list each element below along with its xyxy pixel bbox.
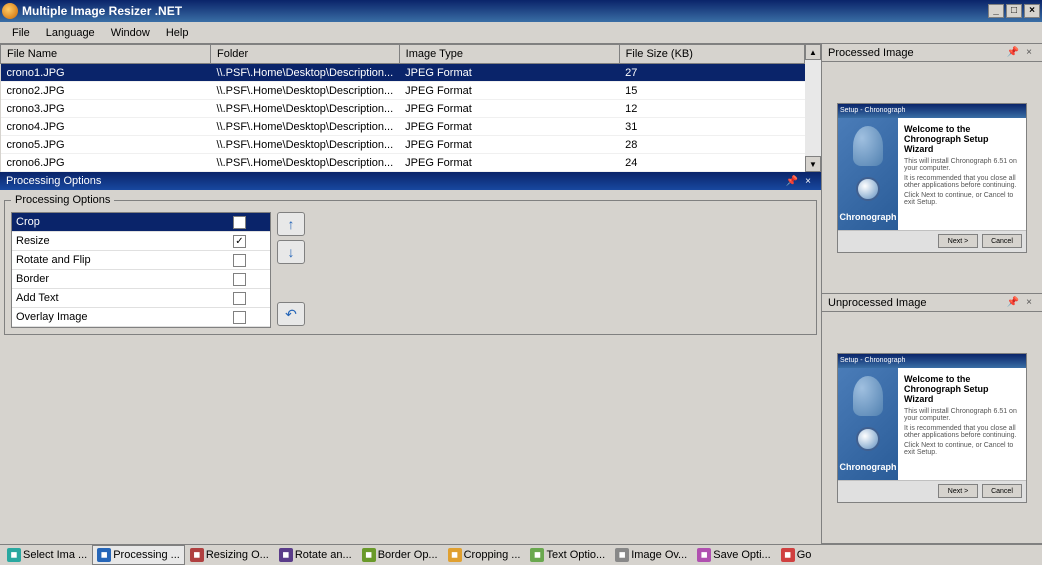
checkbox[interactable]: [233, 254, 246, 267]
tab-item[interactable]: ◼Image Ov...: [610, 545, 692, 565]
cancel-button: Cancel: [982, 484, 1022, 498]
col-folder[interactable]: Folder: [211, 45, 400, 64]
checkbox[interactable]: [233, 311, 246, 324]
maximize-button[interactable]: □: [1006, 4, 1022, 18]
tab-item[interactable]: ◼Cropping ...: [443, 545, 526, 565]
tab-item[interactable]: ◼Processing ...: [92, 545, 185, 565]
tab-icon: ◼: [697, 548, 711, 562]
move-up-button[interactable]: ↑: [277, 212, 305, 236]
file-table: File Name Folder Image Type File Size (K…: [0, 44, 821, 172]
checkbox[interactable]: [233, 273, 246, 286]
table-row[interactable]: crono6.JPG\\.PSF\.Home\Desktop\Descripti…: [1, 154, 805, 172]
checkbox[interactable]: ✓: [233, 235, 246, 248]
scroll-down-icon[interactable]: ▼: [805, 156, 821, 172]
tab-icon: ◼: [362, 548, 376, 562]
table-row[interactable]: crono3.JPG\\.PSF\.Home\Desktop\Descripti…: [1, 100, 805, 118]
processing-option-row[interactable]: Border: [12, 270, 270, 289]
close-button[interactable]: ×: [1024, 4, 1040, 18]
processing-option-row[interactable]: Rotate and Flip: [12, 251, 270, 270]
tab-item[interactable]: ◼Resizing O...: [185, 545, 274, 565]
processed-preview-image: Setup - Chronograph Chronograph Welcome …: [837, 103, 1027, 253]
checkbox[interactable]: [233, 292, 246, 305]
scroll-up-icon[interactable]: ▲: [805, 44, 821, 60]
app-icon: [2, 3, 18, 19]
col-imagetype[interactable]: Image Type: [399, 45, 619, 64]
table-row[interactable]: crono5.JPG\\.PSF\.Home\Desktop\Descripti…: [1, 136, 805, 154]
pin-icon[interactable]: 📌: [1006, 296, 1020, 310]
panel-close-icon[interactable]: ×: [801, 174, 815, 188]
globe-icon: [856, 427, 880, 451]
col-filesize[interactable]: File Size (KB): [619, 45, 804, 64]
processing-option-row[interactable]: Crop: [12, 213, 270, 232]
tab-item[interactable]: ◼Go: [776, 545, 817, 565]
arrow-icon: [853, 126, 883, 166]
bottom-tabs: ◼Select Ima ...◼Processing ...◼Resizing …: [0, 544, 1042, 564]
processing-list[interactable]: CropResize✓Rotate and FlipBorderAdd Text…: [11, 212, 271, 328]
processed-image-panel: Processed Image 📌 × Setup - Chronograph …: [822, 44, 1042, 294]
next-button: Next >: [938, 484, 978, 498]
processing-panel-header: Processing Options 📌 ×: [0, 172, 821, 190]
pin-icon[interactable]: 📌: [785, 174, 799, 188]
table-row[interactable]: crono2.JPG\\.PSF\.Home\Desktop\Descripti…: [1, 82, 805, 100]
processing-option-row[interactable]: Overlay Image: [12, 308, 270, 327]
globe-icon: [856, 177, 880, 201]
file-scrollbar[interactable]: ▲ ▼: [805, 44, 821, 172]
table-row[interactable]: crono1.JPG\\.PSF\.Home\Desktop\Descripti…: [1, 64, 805, 82]
tab-icon: ◼: [279, 548, 293, 562]
tab-item[interactable]: ◼Save Opti...: [692, 545, 775, 565]
undo-button[interactable]: ↶: [277, 302, 305, 326]
tab-icon: ◼: [530, 548, 544, 562]
unprocessed-image-panel: Unprocessed Image 📌 × Setup - Chronograp…: [822, 294, 1042, 544]
tab-item[interactable]: ◼Border Op...: [357, 545, 443, 565]
move-down-button[interactable]: ↓: [277, 240, 305, 264]
processing-fieldset: Processing Options CropResize✓Rotate and…: [4, 194, 817, 335]
app-title: Multiple Image Resizer .NET: [22, 4, 988, 18]
menu-help[interactable]: Help: [158, 25, 197, 41]
table-row[interactable]: crono4.JPG\\.PSF\.Home\Desktop\Descripti…: [1, 118, 805, 136]
tab-icon: ◼: [190, 548, 204, 562]
panel-close-icon[interactable]: ×: [1022, 296, 1036, 310]
arrow-icon: [853, 376, 883, 416]
title-bar: Multiple Image Resizer .NET _ □ ×: [0, 0, 1042, 22]
tab-item[interactable]: ◼Select Ima ...: [2, 545, 92, 565]
menu-bar: File Language Window Help: [0, 22, 1042, 44]
col-filename[interactable]: File Name: [1, 45, 211, 64]
tab-icon: ◼: [615, 548, 629, 562]
processing-option-row[interactable]: Add Text: [12, 289, 270, 308]
next-button: Next >: [938, 234, 978, 248]
panel-close-icon[interactable]: ×: [1022, 46, 1036, 60]
tab-icon: ◼: [781, 548, 795, 562]
processing-option-row[interactable]: Resize✓: [12, 232, 270, 251]
menu-file[interactable]: File: [4, 25, 38, 41]
menu-window[interactable]: Window: [103, 25, 158, 41]
tab-item[interactable]: ◼Text Optio...: [525, 545, 610, 565]
tab-icon: ◼: [7, 548, 21, 562]
cancel-button: Cancel: [982, 234, 1022, 248]
checkbox[interactable]: [233, 216, 246, 229]
minimize-button[interactable]: _: [988, 4, 1004, 18]
tab-icon: ◼: [97, 548, 111, 562]
tab-icon: ◼: [448, 548, 462, 562]
tab-item[interactable]: ◼Rotate an...: [274, 545, 357, 565]
pin-icon[interactable]: 📌: [1006, 46, 1020, 60]
unprocessed-preview-image: Setup - Chronograph Chronograph Welcome …: [837, 353, 1027, 503]
menu-language[interactable]: Language: [38, 25, 103, 41]
